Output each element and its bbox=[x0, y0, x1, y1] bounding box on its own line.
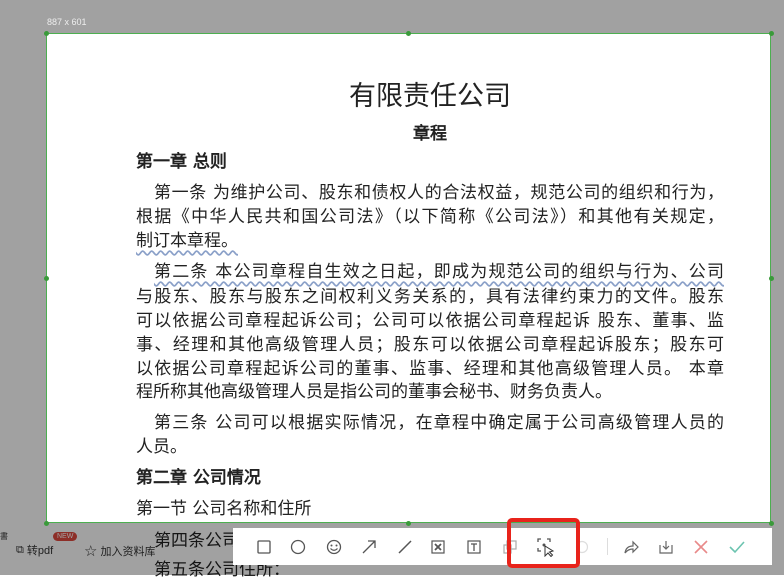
chapter-heading: 第二章 公司情况 bbox=[136, 468, 261, 488]
confirm-icon[interactable] bbox=[727, 537, 747, 557]
toolbar-divider bbox=[607, 538, 608, 555]
doc-line: 根据《中华人民共和国公司法》（以下简称《公司法》）和其他有关规定， bbox=[136, 207, 724, 227]
doc-line: 程所称其他高级管理人员是指公司的董事会秘书、财务负责人。 bbox=[136, 382, 612, 402]
resize-handle[interactable] bbox=[769, 31, 774, 36]
rectangle-icon[interactable] bbox=[254, 537, 274, 557]
resize-handle[interactable] bbox=[44, 31, 49, 36]
share-icon[interactable] bbox=[621, 537, 641, 557]
mosaic-icon[interactable] bbox=[428, 537, 448, 557]
dim-overlay bbox=[0, 33, 46, 523]
save-icon[interactable] bbox=[656, 537, 676, 557]
resize-handle[interactable] bbox=[406, 31, 411, 36]
ellipse-icon[interactable] bbox=[288, 537, 308, 557]
doc-line: 制订本章程。 bbox=[136, 231, 238, 251]
chapter-heading: 第一章 总则 bbox=[136, 152, 227, 172]
doc-subtitle: 章程 bbox=[413, 124, 447, 144]
resize-handle[interactable] bbox=[44, 521, 49, 526]
section-heading: 第一节 公司名称和住所 bbox=[136, 499, 312, 519]
highlight-box bbox=[507, 518, 580, 568]
doc-line: 以依据公司章程起诉公司的董事、监事、经理和其他高级管理人员。 本章 bbox=[136, 359, 724, 379]
capture-toolbar bbox=[233, 528, 772, 565]
doc-line: 第三条 公司可以根据实际情况，在章程中确定属于公司高级管理人员的 bbox=[154, 413, 724, 433]
doc-line: 第二条 本公司章程自生效之日起，即成为规范公司的组织与行为、公司 bbox=[154, 262, 724, 282]
resize-handle[interactable] bbox=[406, 521, 411, 526]
arrow-icon[interactable] bbox=[359, 537, 379, 557]
resize-handle[interactable] bbox=[769, 276, 774, 281]
doc-line: 事、经理和其他高级管理人员；股东可以依据公司章程起诉股东；股东可 bbox=[136, 335, 724, 355]
doc-line: 人员。 bbox=[136, 437, 187, 457]
doc-title: 有限责任公司 bbox=[349, 81, 511, 112]
document-page: 有限责任公司 章程 第一章 总则 第一条 为维护公司、股东和债权人的合法权益，规… bbox=[0, 0, 784, 580]
text-icon[interactable] bbox=[464, 537, 484, 557]
cancel-icon[interactable] bbox=[691, 537, 711, 557]
selection-size-label: 887 x 601 bbox=[47, 17, 87, 27]
resize-handle[interactable] bbox=[769, 521, 774, 526]
line-icon[interactable] bbox=[395, 537, 415, 557]
dim-overlay bbox=[0, 0, 784, 33]
doc-line: 与股东、股东与股东之间权利义务关系的，具有法律约束力的文件。股东 bbox=[136, 287, 724, 307]
emoji-icon[interactable] bbox=[324, 537, 344, 557]
doc-line: 可以依据公司章程起诉公司；公司可以依据公司章程起诉 股东、董事、监 bbox=[136, 311, 724, 331]
doc-line: 第一条 为维护公司、股东和债权人的合法权益，规范公司的组织和行为， bbox=[154, 183, 724, 203]
resize-handle[interactable] bbox=[44, 276, 49, 281]
